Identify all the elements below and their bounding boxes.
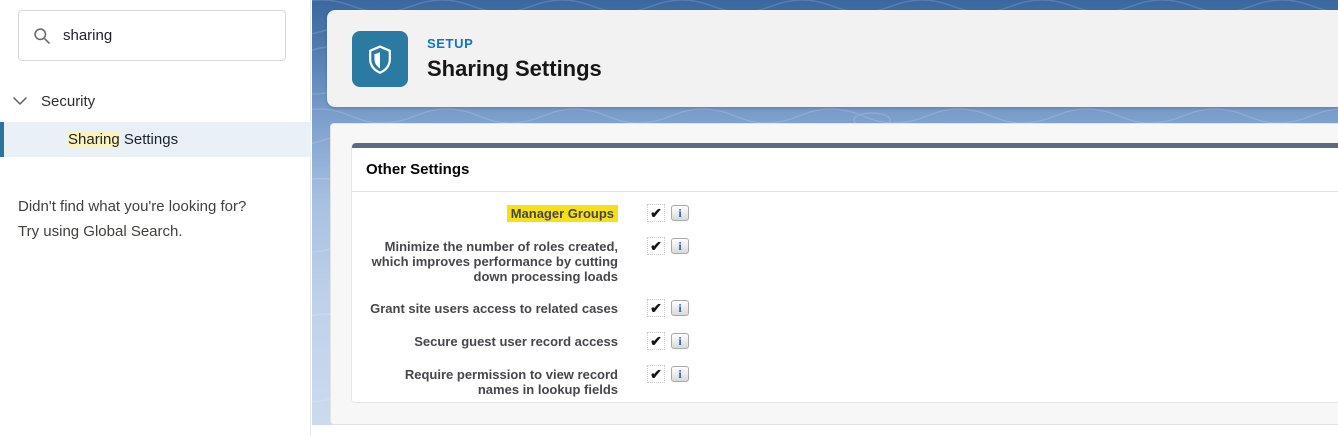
search-input[interactable]: sharing — [18, 10, 286, 61]
info-icon[interactable]: i — [671, 366, 689, 382]
page-header: SETUP Sharing Settings — [327, 10, 1338, 107]
setup-sidebar: sharing Security Sharing Settings Didn't… — [0, 0, 311, 436]
sidebar-hint: Didn't find what you're looking for? Try… — [18, 194, 303, 244]
sidebar-leaf-label-rest: Settings — [119, 131, 179, 148]
hint-line-1: Didn't find what you're looking for? — [18, 198, 247, 215]
setting-label: Require permission to view record names … — [404, 367, 618, 397]
setting-label: Secure guest user record access — [414, 334, 618, 349]
main-area: SETUP Sharing Settings Other Settings Ma… — [312, 0, 1338, 436]
setting-label: Manager Groups — [366, 205, 618, 222]
sidebar-item-sharing-settings[interactable]: Sharing Settings — [0, 122, 311, 157]
checkmark-icon: ✔ — [647, 237, 665, 255]
settings-row: Require permission to view record names … — [366, 365, 1338, 397]
checkmark-icon: ✔ — [647, 204, 665, 222]
settings-row: Grant site users access to related cases… — [366, 299, 1338, 317]
other-settings-section: Other Settings Manager Groups ✔ i Minimi… — [351, 143, 1338, 403]
chevron-down-icon[interactable] — [13, 97, 27, 105]
sidebar-branch-label: Security — [41, 92, 96, 110]
settings-row: Secure guest user record access ✔ i — [366, 332, 1338, 350]
shield-icon — [352, 30, 408, 87]
page-title: Sharing Settings — [427, 55, 602, 81]
checkmark-icon: ✔ — [647, 299, 665, 317]
section-title: Other Settings — [366, 161, 470, 178]
search-icon — [34, 27, 50, 44]
setting-label: Grant site users access to related cases — [370, 301, 618, 316]
search-value: sharing — [63, 27, 113, 44]
setting-label: Minimize the number of roles created, wh… — [371, 239, 618, 284]
sidebar-item-security[interactable]: Security — [0, 89, 310, 113]
content-panel: Other Settings Manager Groups ✔ i Minimi… — [330, 123, 1338, 425]
checkmark-icon: ✔ — [647, 332, 665, 350]
search-match-highlight: Sharing — [68, 131, 120, 148]
info-icon[interactable]: i — [671, 333, 689, 349]
info-icon[interactable]: i — [671, 300, 689, 316]
settings-rows: Manager Groups ✔ i Minimize the number o… — [352, 192, 1338, 397]
checkmark-icon: ✔ — [647, 365, 665, 383]
setup-eyebrow: SETUP — [427, 35, 474, 51]
info-icon[interactable]: i — [671, 205, 689, 221]
info-icon[interactable]: i — [671, 238, 689, 254]
hint-line-2: Try using Global Search. — [18, 223, 183, 240]
settings-row: Minimize the number of roles created, wh… — [366, 237, 1338, 284]
settings-row: Manager Groups ✔ i — [366, 204, 1338, 222]
